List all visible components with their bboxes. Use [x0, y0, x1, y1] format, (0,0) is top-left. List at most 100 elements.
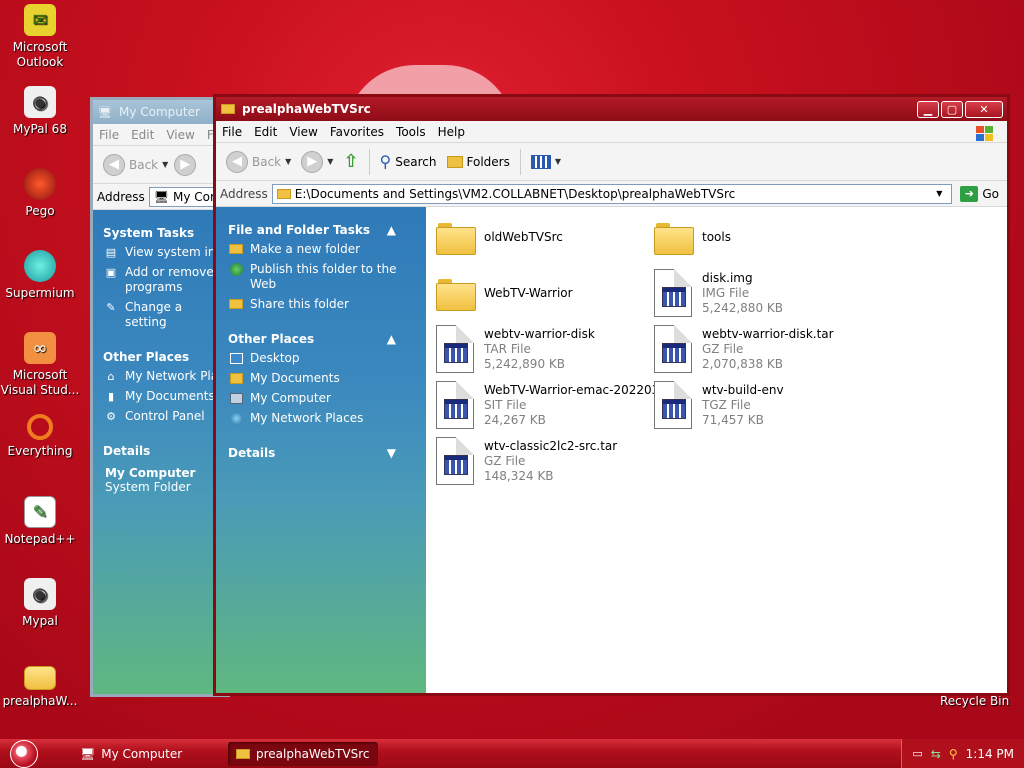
desktop-icon-pego[interactable]: Pego	[0, 168, 80, 219]
menu-view[interactable]: View	[283, 125, 323, 139]
computer-icon: 🖥	[80, 746, 96, 761]
item-size: 5,242,890 KB	[484, 356, 565, 371]
address-value: E:\Documents and Settings\VM2.COLLABNET\…	[294, 186, 736, 201]
chevron-down-icon: ▼	[554, 157, 561, 166]
desktop-icon-mypal68[interactable]: ◉ MyPal 68	[0, 86, 80, 137]
desktop-icon-outlook[interactable]: ✉ Microsoft Outlook	[0, 4, 80, 70]
back-button[interactable]: ◀ Back ▼	[222, 150, 295, 173]
title-bar[interactable]: 🖥 My Computer	[93, 100, 227, 124]
maximize-button[interactable]: ▢	[941, 100, 963, 118]
desktop-icon-notepadpp[interactable]: ✎ Notepad++	[0, 496, 80, 547]
place-link[interactable]: ⚙ Control Panel	[103, 409, 227, 424]
task-link[interactable]: Make a new folder	[228, 242, 426, 257]
menu-tools[interactable]: Tools	[390, 125, 432, 139]
explorer-window[interactable]: prealphaWebTVSrc ▁ ▢ ✕ File Edit View Fa…	[213, 94, 1010, 696]
computer-icon	[228, 391, 244, 405]
start-button[interactable]	[0, 739, 48, 768]
address-field[interactable]: E:\Documents and Settings\VM2.COLLABNET\…	[271, 183, 953, 204]
file-item[interactable]: disk.img IMG File 5,242,880 KB	[654, 269, 783, 317]
task-link[interactable]: ▣ Add or remove programs	[103, 265, 227, 295]
documents-icon	[228, 371, 244, 385]
back-button[interactable]: ◀ Back ▼	[99, 153, 172, 176]
file-icon	[654, 325, 692, 373]
toolbar-divider	[368, 148, 370, 175]
place-link[interactable]: My Network Places	[228, 411, 426, 426]
back-arrow-icon: ◀	[226, 150, 248, 173]
place-link[interactable]: Desktop	[228, 351, 426, 366]
task-link[interactable]: Publish this folder to the Web	[228, 262, 426, 292]
file-icon	[436, 325, 474, 373]
menu-file[interactable]: File	[93, 128, 125, 142]
section-heading[interactable]: Details ▼	[228, 446, 426, 460]
item-type: IMG File	[702, 285, 750, 300]
keyboard-icon[interactable]: ▭	[912, 747, 922, 760]
back-label: Back	[129, 157, 159, 172]
place-link[interactable]: My Documents	[228, 371, 426, 386]
file-item[interactable]: wtv-classic2lc2-src.tar GZ File 148,324 …	[436, 437, 617, 485]
file-item[interactable]: webtv-warrior-disk TAR File 5,242,890 KB	[436, 325, 595, 373]
search-icon[interactable]: ⚲	[949, 747, 958, 761]
go-button[interactable]: ➜ Go	[956, 185, 1003, 202]
desktop-icon-prealpha-folder[interactable]: prealphaW...	[0, 660, 80, 709]
documents-icon: ▮	[107, 389, 115, 403]
section-heading[interactable]: File and Folder Tasks ▲	[228, 223, 426, 237]
section-heading[interactable]: Details	[103, 444, 227, 458]
views-button[interactable]: ▼	[527, 154, 565, 169]
place-link[interactable]: ▮ My Documents	[103, 389, 227, 404]
address-field[interactable]: 🖥 My Com	[148, 186, 223, 207]
back-label: Back	[252, 154, 282, 169]
computer-icon: 🖥	[153, 189, 170, 204]
task-link[interactable]: ✎ Change a setting	[103, 300, 227, 330]
item-name: webtv-warrior-disk	[484, 326, 595, 341]
title-bar[interactable]: prealphaWebTVSrc ▁ ▢ ✕	[216, 97, 1007, 121]
my-computer-window[interactable]: 🖥 My Computer File Edit View F ◀ Back ▼ …	[90, 97, 230, 697]
section-heading[interactable]: System Tasks	[103, 226, 227, 240]
folder-item[interactable]: tools	[654, 221, 731, 255]
clock[interactable]: 1:14 PM	[966, 747, 1014, 761]
folders-button[interactable]: Folders	[443, 155, 514, 169]
menu-edit[interactable]: Edit	[125, 128, 160, 142]
file-item[interactable]: webtv-warrior-disk.tar GZ File 2,070,838…	[654, 325, 834, 373]
task-link[interactable]: ▤ View system info	[103, 245, 227, 260]
desktop-icon-mypal[interactable]: ◉ Mypal	[0, 578, 80, 629]
taskbar-item-my-computer[interactable]: 🖥 My Computer	[72, 742, 222, 766]
file-item[interactable]: WebTV-Warrior-emac-20220326 SIT File 24,…	[436, 381, 675, 429]
desktop-icon-visual-studio[interactable]: ∞ Microsoft Visual Stud...	[0, 332, 80, 398]
up-folder-button[interactable]: ⇧	[339, 151, 362, 172]
network-icon: ⌂	[107, 369, 115, 383]
forward-arrow-icon[interactable]: ▶	[174, 153, 197, 176]
menu-help[interactable]: Help	[432, 125, 471, 139]
taskbar-item-prealphawebtvsrc[interactable]: prealphaWebTVSrc	[228, 741, 378, 766]
forward-button[interactable]: ▶ ▼	[297, 150, 337, 173]
task-link[interactable]: Share this folder	[228, 297, 426, 312]
forward-arrow-icon: ▶	[301, 150, 324, 173]
folder-item[interactable]: WebTV-Warrior	[436, 277, 573, 311]
section-heading[interactable]: Other Places	[103, 350, 227, 364]
system-tray: ▭ ⇆ ⚲ 1:14 PM	[901, 739, 1024, 768]
item-type: TAR File	[484, 341, 531, 356]
file-icon	[654, 269, 692, 317]
computer-icon: 🖥	[98, 105, 112, 119]
menu-favorites[interactable]: Favorites	[324, 125, 390, 139]
menu-file[interactable]: File	[216, 125, 248, 139]
place-link[interactable]: ⌂ My Network Pla	[103, 369, 227, 384]
section-heading[interactable]: Other Places ▲	[228, 332, 426, 346]
desktop-icon-label: Supermium	[5, 286, 75, 300]
raccoon-icon: ◉	[24, 86, 56, 118]
recycle-bin[interactable]: Recycle Bin	[940, 694, 1009, 708]
close-button[interactable]: ✕	[965, 100, 1003, 118]
minimize-button[interactable]: ▁	[917, 100, 939, 118]
desktop-icon-everything[interactable]: Everything	[0, 414, 80, 459]
menu-edit[interactable]: Edit	[248, 125, 283, 139]
menu-view[interactable]: View	[160, 128, 200, 142]
chevron-down-icon[interactable]: ▼	[931, 185, 947, 203]
search-icon: ⚲	[379, 152, 392, 171]
desktop-icon-supermium[interactable]: Supermium	[0, 250, 80, 301]
network-icon[interactable]: ⇆	[931, 747, 941, 761]
menu-bar: File Edit View F	[93, 124, 227, 146]
item-type: TGZ File	[702, 397, 751, 412]
search-button[interactable]: ⚲ Search	[376, 152, 441, 171]
folder-item[interactable]: oldWebTVSrc	[436, 221, 563, 255]
file-item[interactable]: wtv-build-env TGZ File 71,457 KB	[654, 381, 784, 429]
place-link[interactable]: My Computer	[228, 391, 426, 406]
